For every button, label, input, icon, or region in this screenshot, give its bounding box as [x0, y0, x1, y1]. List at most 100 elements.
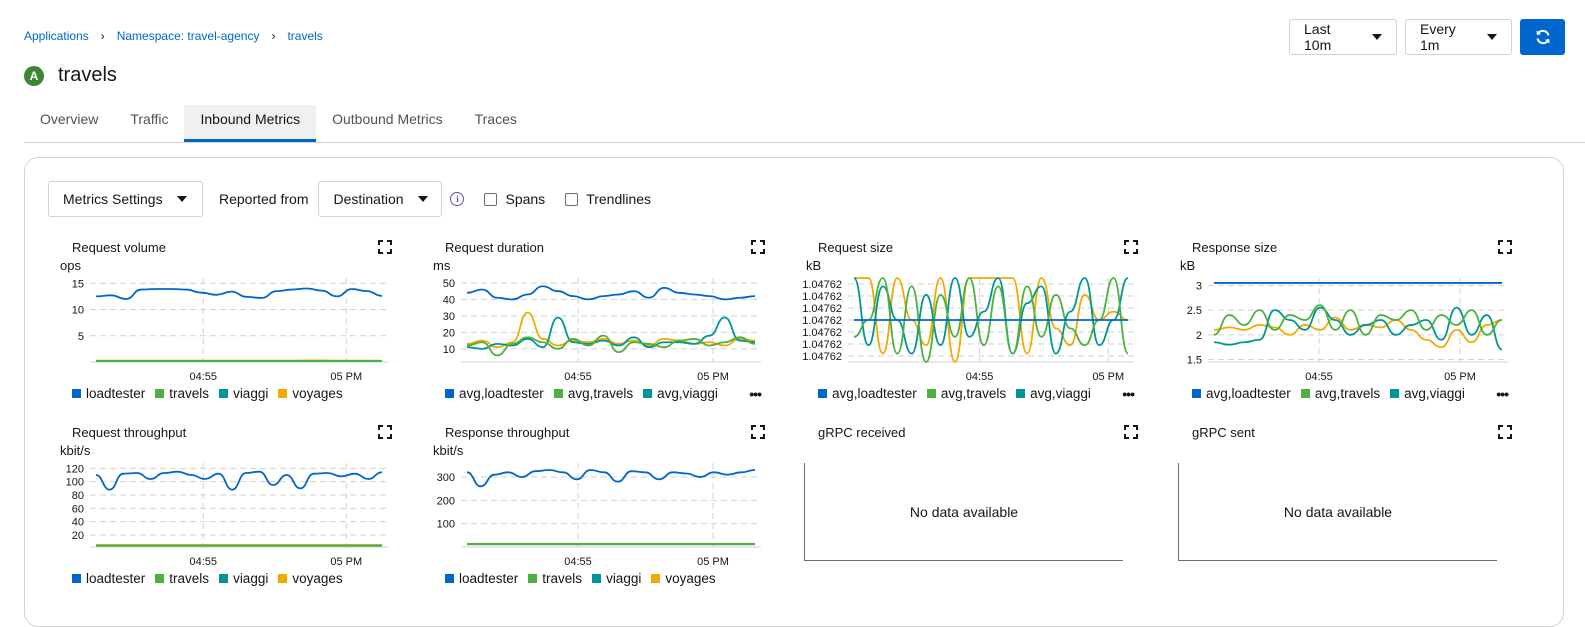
legend-swatch [643, 389, 652, 398]
chart-legend: avg,loadtester avg,travels avg,viaggi [445, 386, 728, 401]
legend-item[interactable]: voyages [278, 571, 342, 586]
legend-item[interactable]: viaggi [219, 571, 268, 586]
checkbox-box[interactable] [565, 193, 578, 206]
more-legend-icon[interactable]: ••• [1122, 386, 1134, 402]
legend-swatch [219, 389, 228, 398]
time-range-dropdown[interactable]: Last 10m [1289, 19, 1397, 55]
legend-label: avg,travels [1315, 386, 1380, 401]
expand-icon[interactable] [378, 240, 392, 254]
legend-label: avg,loadtester [832, 386, 917, 401]
legend-label: loadtester [86, 386, 145, 401]
legend-item[interactable]: viaggi [219, 386, 268, 401]
chart-title: Request size [818, 240, 893, 255]
expand-icon[interactable] [378, 425, 392, 439]
more-legend-icon[interactable]: ••• [1496, 386, 1508, 402]
y-tick-label: 1.04762 [802, 339, 842, 351]
legend-swatch [554, 389, 563, 398]
trendlines-checkbox[interactable]: Trendlines [565, 191, 651, 207]
legend-swatch [651, 574, 660, 583]
legend-item[interactable]: travels [528, 571, 582, 586]
tab-traces[interactable]: Traces [459, 105, 533, 141]
spans-checkbox[interactable]: Spans [484, 191, 545, 207]
legend-label: viaggi [606, 571, 641, 586]
line-chart: 5101504:5505 PM [48, 270, 398, 386]
no-data-message: No data available [1178, 463, 1497, 561]
line-chart: 10020030004:5505 PM [421, 455, 771, 571]
legend-item[interactable]: travels [155, 571, 209, 586]
metrics-settings-dropdown[interactable]: Metrics Settings [48, 181, 203, 217]
legend-label: voyages [292, 571, 342, 586]
legend-swatch [219, 574, 228, 583]
y-tick-label: 1.04762 [802, 291, 842, 303]
line-chart: 102030405004:5505 PM [421, 270, 771, 386]
expand-icon[interactable] [751, 425, 765, 439]
legend-item[interactable]: avg,viaggi [1390, 386, 1465, 401]
caret-down-icon [1372, 34, 1382, 40]
legend-swatch [278, 389, 287, 398]
legend-item[interactable]: avg,travels [554, 386, 633, 401]
legend-swatch [445, 389, 454, 398]
page-title: travels [58, 64, 117, 87]
breadcrumb: Applications › Namespace: travel-agency … [24, 29, 323, 43]
refresh-interval-dropdown[interactable]: Every 1m [1405, 19, 1512, 55]
x-tick-label: 04:55 [564, 556, 592, 568]
spans-label: Spans [505, 191, 545, 207]
legend-item[interactable]: avg,travels [927, 386, 1006, 401]
chevron-right-icon: › [101, 29, 105, 43]
legend-item[interactable]: viaggi [592, 571, 641, 586]
y-tick-label: 40 [72, 517, 84, 529]
legend-item[interactable]: avg,viaggi [643, 386, 718, 401]
chart-panel: Request durationms102030405004:5505 PMav… [421, 240, 771, 425]
series-line [96, 289, 382, 300]
tab-traffic[interactable]: Traffic [114, 105, 184, 141]
more-legend-icon[interactable]: ••• [749, 386, 761, 402]
reported-from-dropdown[interactable]: Destination [318, 181, 442, 217]
app-badge: A [24, 66, 44, 86]
y-tick-label: 5 [78, 331, 84, 343]
x-tick-label: 04:55 [564, 371, 592, 383]
legend-item[interactable]: travels [155, 386, 209, 401]
chart-legend: loadtester travels viaggi voyages [72, 386, 353, 401]
y-tick-label: 15 [72, 278, 84, 290]
legend-swatch [818, 389, 827, 398]
info-icon[interactable]: i [450, 192, 464, 206]
legend-item[interactable]: avg,travels [1301, 386, 1380, 401]
chart-panel: Request throughputkbit/s2040608010012004… [48, 425, 398, 610]
y-tick-label: 10 [72, 305, 84, 317]
tab-outbound-metrics[interactable]: Outbound Metrics [316, 105, 459, 141]
expand-icon[interactable] [1498, 425, 1512, 439]
expand-icon[interactable] [1498, 240, 1512, 254]
legend-item[interactable]: loadtester [72, 571, 145, 586]
legend-label: avg,viaggi [657, 386, 718, 401]
chart-panel: Response throughputkbit/s10020030004:550… [421, 425, 771, 610]
expand-icon[interactable] [1124, 240, 1138, 254]
checkbox-box[interactable] [484, 193, 497, 206]
series-line [467, 470, 755, 486]
legend-item[interactable]: avg,loadtester [818, 386, 917, 401]
refresh-button[interactable] [1520, 19, 1565, 55]
chart-title: gRPC received [818, 425, 905, 440]
expand-icon[interactable] [751, 240, 765, 254]
y-tick-label: 20 [443, 327, 455, 339]
legend-label: avg,loadtester [1206, 386, 1291, 401]
legend-item[interactable]: voyages [651, 571, 715, 586]
legend-swatch [155, 389, 164, 398]
legend-item[interactable]: avg,viaggi [1016, 386, 1091, 401]
breadcrumb-travels[interactable]: travels [287, 29, 322, 43]
legend-label: avg,viaggi [1404, 386, 1465, 401]
tab-inbound-metrics[interactable]: Inbound Metrics [184, 105, 316, 142]
legend-item[interactable]: loadtester [72, 386, 145, 401]
legend-swatch [155, 574, 164, 583]
legend-item[interactable]: avg,loadtester [1192, 386, 1291, 401]
x-tick-label: 05 PM [697, 556, 729, 568]
y-tick-label: 100 [66, 477, 84, 489]
line-chart: 1.047621.047621.047621.047621.047621.047… [794, 270, 1144, 386]
legend-swatch [592, 574, 601, 583]
breadcrumb-applications[interactable]: Applications [24, 29, 89, 43]
legend-item[interactable]: avg,loadtester [445, 386, 544, 401]
legend-item[interactable]: voyages [278, 386, 342, 401]
breadcrumb-namespace[interactable]: Namespace: travel-agency [117, 29, 260, 43]
expand-icon[interactable] [1124, 425, 1138, 439]
legend-item[interactable]: loadtester [445, 571, 518, 586]
tab-overview[interactable]: Overview [24, 105, 114, 141]
